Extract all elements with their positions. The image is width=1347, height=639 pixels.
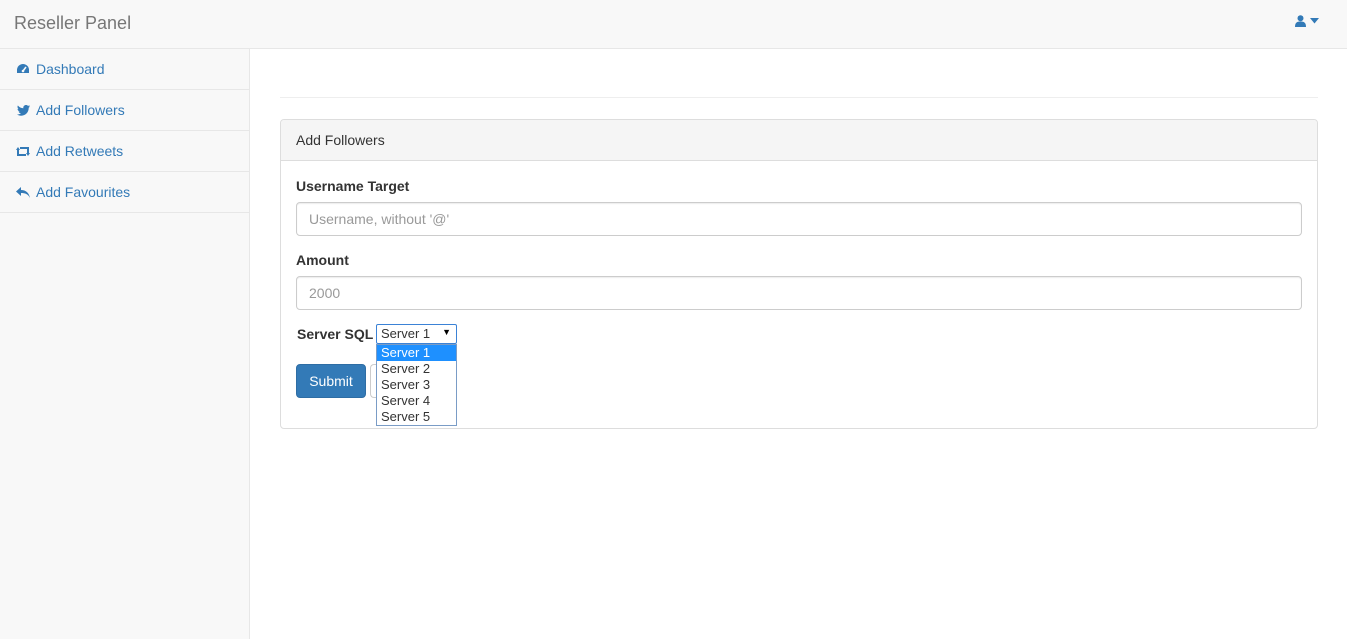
server-select-dropdown: Server 1 Server 2 Server 3 Server 4 Serv… [376, 344, 457, 426]
sidebar: Dashboard Add Followers Add Retweets Add… [0, 49, 250, 639]
username-target-label: Username Target [296, 178, 410, 194]
brand-title[interactable]: Reseller Panel [14, 13, 131, 34]
dropdown-arrow-icon: ▼ [442, 327, 451, 337]
dashboard-icon [16, 62, 30, 76]
user-menu-toggle[interactable] [1295, 15, 1319, 27]
submit-button[interactable]: Submit [296, 364, 366, 398]
twitter-icon [16, 103, 30, 117]
user-icon [1295, 15, 1306, 27]
panel-heading: Add Followers [281, 120, 1317, 161]
top-navbar: Reseller Panel [0, 0, 1347, 49]
caret-down-icon [1310, 18, 1319, 24]
sidebar-item-label: Add Followers [36, 102, 125, 118]
reply-icon [16, 185, 30, 199]
retweet-icon [16, 144, 30, 158]
add-followers-panel: Add Followers Username Target Amount Ser… [280, 119, 1318, 429]
server-sql-label: Server SQL [297, 326, 374, 342]
sidebar-item-add-favourites[interactable]: Add Favourites [0, 172, 249, 213]
amount-label: Amount [296, 252, 349, 268]
server-option[interactable]: Server 1 [377, 345, 456, 361]
sidebar-item-add-retweets[interactable]: Add Retweets [0, 131, 249, 172]
server-select[interactable]: Server 1 ▼ [376, 324, 457, 344]
server-option[interactable]: Server 3 [377, 377, 456, 393]
sidebar-item-label: Dashboard [36, 61, 105, 77]
sidebar-item-label: Add Retweets [36, 143, 124, 159]
server-select-value: Server 1 [381, 326, 431, 341]
server-option[interactable]: Server 4 [377, 393, 456, 409]
page-header-divider [280, 97, 1318, 98]
server-option[interactable]: Server 5 [377, 409, 456, 425]
username-target-input[interactable] [296, 202, 1302, 236]
sidebar-item-dashboard[interactable]: Dashboard [0, 49, 249, 90]
sidebar-item-label: Add Favourites [36, 184, 131, 200]
amount-input[interactable] [296, 276, 1302, 310]
sidebar-item-add-followers[interactable]: Add Followers [0, 90, 249, 131]
server-option[interactable]: Server 2 [377, 361, 456, 377]
